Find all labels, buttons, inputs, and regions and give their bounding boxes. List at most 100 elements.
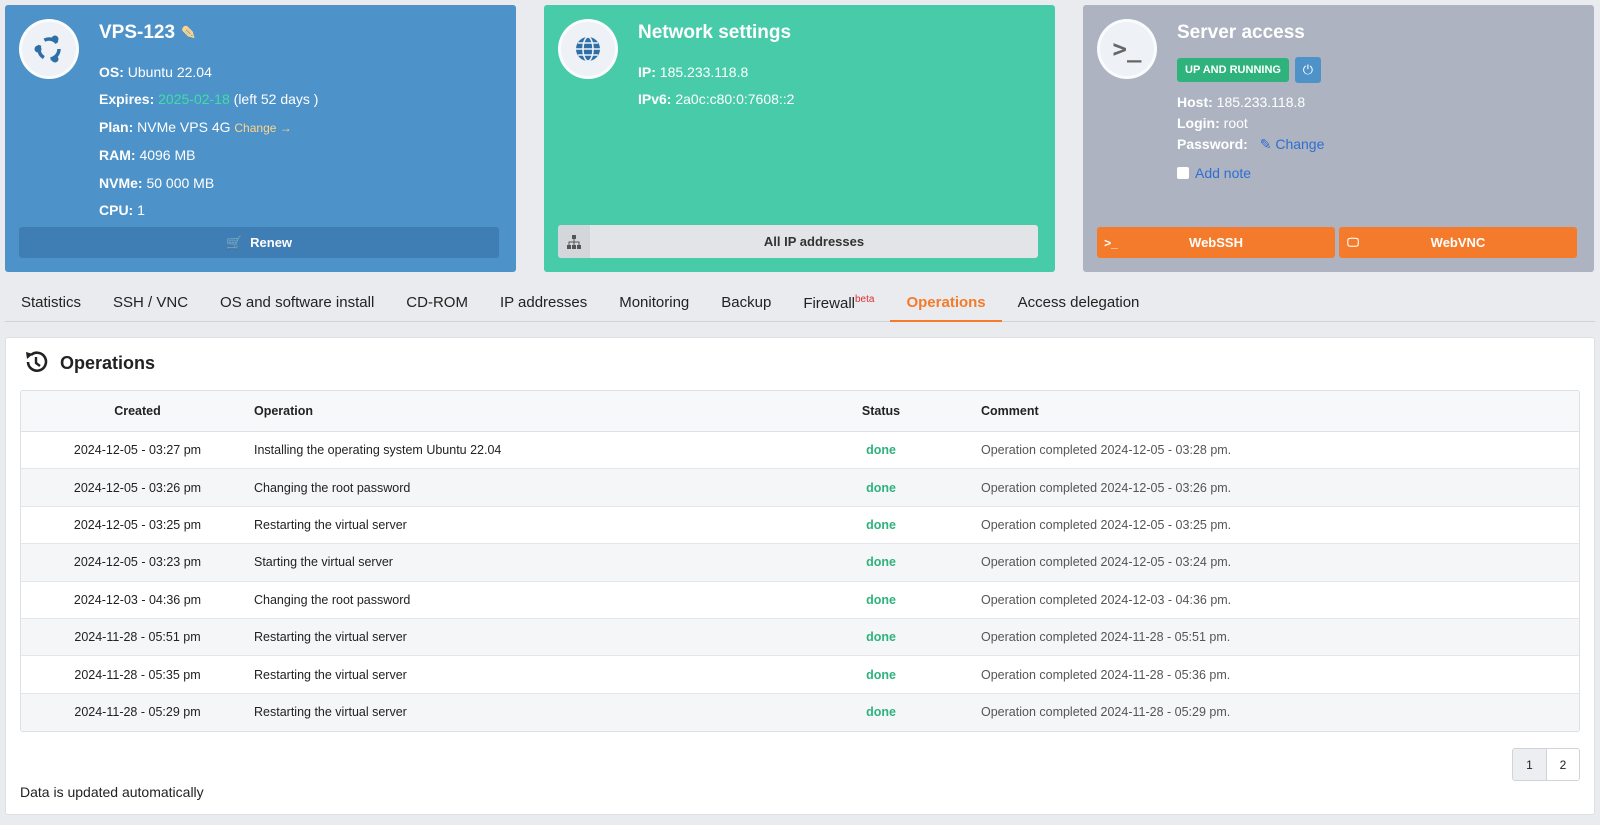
power-button[interactable]: ⏻ <box>1294 57 1321 83</box>
cell-created: 2024-12-03 - 04:36 pm <box>21 582 254 619</box>
table-row: 2024-11-28 - 05:29 pm Restarting the vir… <box>21 693 1579 732</box>
tab-cd-rom[interactable]: CD-ROM <box>390 284 484 322</box>
cell-status: done <box>811 507 951 545</box>
page-button-1[interactable]: 1 <box>1513 749 1546 780</box>
cell-created: 2024-11-28 - 05:29 pm <box>21 693 254 732</box>
cell-comment: Operation completed 2024-12-05 - 03:28 p… <box>951 432 1579 470</box>
beta-badge: beta <box>855 294 875 305</box>
table-row: 2024-12-03 - 04:36 pm Changing the root … <box>21 582 1579 619</box>
expires-label: Expires: <box>99 91 155 108</box>
col-created[interactable]: Created <box>21 391 254 432</box>
cell-operation: Restarting the virtual server <box>254 693 811 732</box>
page-button-2[interactable]: 2 <box>1546 749 1579 780</box>
table-row: 2024-12-05 - 03:27 pm Installing the ope… <box>21 432 1579 470</box>
tab-statistics[interactable]: Statistics <box>5 284 97 322</box>
history-icon <box>22 348 50 379</box>
webssh-label: WebSSH <box>1189 235 1243 250</box>
webvnc-button[interactable]: 🖵 WebVNC <box>1339 227 1577 258</box>
tab-access-delegation[interactable]: Access delegation <box>1002 284 1156 322</box>
cell-status: done <box>811 544 951 582</box>
plan-change-link[interactable]: Change → <box>234 121 291 135</box>
edit-icon[interactable]: ✎ <box>181 23 196 44</box>
cell-operation: Installing the operating system Ubuntu 2… <box>254 432 811 470</box>
cell-status: done <box>811 469 951 507</box>
table-header-row: Created Operation Status Comment <box>21 391 1579 432</box>
cell-status: done <box>811 656 951 694</box>
ubuntu-logo-icon <box>19 19 79 79</box>
table-row: 2024-11-28 - 05:51 pm Restarting the vir… <box>21 618 1579 657</box>
plan-value: NVMe VPS 4G <box>137 118 231 135</box>
cell-comment: Operation completed 2024-12-05 - 03:24 p… <box>951 544 1579 582</box>
all-ip-addresses-button[interactable]: All IP addresses <box>558 225 1038 258</box>
arrow-right-icon: → <box>279 120 292 135</box>
ip-value: 185.233.118.8 <box>659 64 749 80</box>
cell-operation: Restarting the virtual server <box>254 618 811 657</box>
auto-update-note: Data is updated automatically <box>20 784 204 800</box>
cell-comment: Operation completed 2024-11-28 - 05:36 p… <box>951 656 1579 694</box>
tab-backup[interactable]: Backup <box>705 284 787 322</box>
panel-title: Operations <box>60 353 156 373</box>
cell-created: 2024-11-28 - 05:35 pm <box>21 656 254 694</box>
cell-operation: Starting the virtual server <box>254 544 811 582</box>
cell-comment: Operation completed 2024-11-28 - 05:51 p… <box>951 618 1579 657</box>
globe-icon <box>558 19 618 79</box>
cell-operation: Restarting the virtual server <box>254 656 811 694</box>
tab-ip-addresses[interactable]: IP addresses <box>484 284 603 322</box>
renew-label: Renew <box>250 235 293 250</box>
network-info: IP: 185.233.118.8 IPv6: 2a0c:c80:0:7608:… <box>638 59 794 114</box>
cpu-label: CPU: <box>99 202 134 219</box>
webssh-button[interactable]: >_ WebSSH <box>1097 227 1335 258</box>
tab-operations[interactable]: Operations <box>890 284 1002 322</box>
server-access-card: >_ Server access UP AND RUNNING ⏻ Host: … <box>1083 5 1594 272</box>
all-ip-addresses-label: All IP addresses <box>763 234 865 249</box>
power-icon: ⏻ <box>1302 62 1314 77</box>
edit-icon: ✎ <box>1259 136 1272 152</box>
operations-panel: Operations Created Operation Status Comm… <box>5 337 1595 815</box>
os-value: Ubuntu 22.04 <box>127 64 212 80</box>
col-status[interactable]: Status <box>811 391 951 432</box>
col-operation[interactable]: Operation <box>254 391 811 432</box>
password-change-link[interactable]: ✎ Change <box>1260 136 1325 152</box>
table-row: 2024-12-05 - 03:23 pm Starting the virtu… <box>21 544 1579 582</box>
host-value: 185.233.118.8 <box>1216 94 1306 110</box>
pagination: 1 2 <box>1512 748 1580 781</box>
tab-monitoring[interactable]: Monitoring <box>603 284 705 322</box>
cell-status: done <box>811 693 951 732</box>
cell-created: 2024-11-28 - 05:51 pm <box>21 618 254 657</box>
nvme-value: 50 000 MB <box>146 174 215 191</box>
ram-value: 4096 MB <box>139 147 196 164</box>
tab-os-software-install[interactable]: OS and software install <box>204 284 390 322</box>
col-comment[interactable]: Comment <box>951 391 1579 432</box>
renew-button[interactable]: 🛒 Renew <box>19 227 499 258</box>
ram-label: RAM: <box>99 147 136 164</box>
ipv6-value: 2a0c:c80:0:7608::2 <box>675 91 795 108</box>
cell-comment: Operation completed 2024-11-28 - 05:29 p… <box>951 693 1579 732</box>
sitemap-icon <box>558 225 590 258</box>
ipv6-label: IPv6: <box>638 91 672 108</box>
tab-bar: Statistics SSH / VNC OS and software ins… <box>5 284 1595 322</box>
host-label: Host: <box>1177 94 1213 110</box>
tab-ssh-vnc[interactable]: SSH / VNC <box>97 284 204 322</box>
network-title: Network settings <box>638 22 792 43</box>
cell-status: done <box>811 618 951 657</box>
terminal-icon: >_ <box>1097 19 1157 79</box>
server-access-title: Server access <box>1177 22 1305 43</box>
add-note-link[interactable]: Add note <box>1195 165 1251 181</box>
cell-created: 2024-12-05 - 03:26 pm <box>21 469 254 507</box>
os-label: OS: <box>99 64 124 80</box>
tab-firewall[interactable]: Firewallbeta <box>787 284 890 322</box>
cell-operation: Changing the root password <box>254 469 811 507</box>
login-value: root <box>1223 115 1248 131</box>
cart-icon: 🛒 <box>225 234 243 250</box>
cell-created: 2024-12-05 - 03:27 pm <box>21 432 254 470</box>
cell-status: done <box>811 582 951 619</box>
expires-left: (left 52 days ) <box>233 91 319 108</box>
cell-operation: Changing the root password <box>254 582 811 619</box>
note-icon <box>1177 167 1189 179</box>
vps-info: OS: Ubuntu 22.04 Expires: 2025-02-18 (le… <box>99 59 318 224</box>
table-row: 2024-12-05 - 03:26 pm Changing the root … <box>21 469 1579 507</box>
table-row: 2024-12-05 - 03:25 pm Restarting the vir… <box>21 507 1579 545</box>
server-info: UP AND RUNNING ⏻ Host: 185.233.118.8 Log… <box>1177 57 1324 181</box>
vps-title: VPS-123 ✎ <box>99 22 196 44</box>
operations-table: Created Operation Status Comment 2024-12… <box>20 390 1580 733</box>
